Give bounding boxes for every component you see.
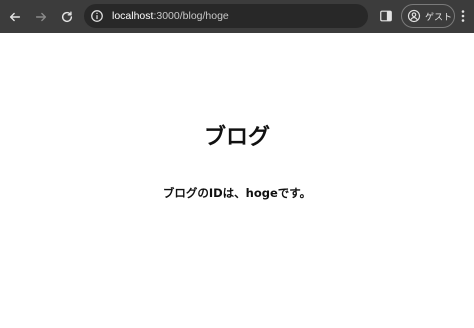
blog-id-text: ブログのIDは、hogeです。 xyxy=(162,186,312,200)
address-bar[interactable]: localhost:3000/blog/hoge xyxy=(84,4,368,28)
profile-button[interactable]: ゲスト xyxy=(401,4,455,28)
arrow-left-icon xyxy=(9,12,21,21)
person-icon xyxy=(407,9,421,23)
browser-menu-button[interactable] xyxy=(460,9,466,23)
info-icon xyxy=(91,10,103,22)
url-text[interactable]: localhost:3000/blog/hoge xyxy=(112,10,229,22)
forward-button[interactable] xyxy=(30,6,52,28)
reload-icon xyxy=(61,10,73,22)
kebab-menu-icon xyxy=(461,10,465,22)
url-host: localhost xyxy=(112,10,154,22)
side-panel-button[interactable] xyxy=(379,9,393,23)
reload-button[interactable] xyxy=(56,6,78,28)
page-title: ブログ xyxy=(203,125,270,150)
back-button[interactable] xyxy=(4,6,26,28)
page-content: ブログ ブログのIDは、hogeです。 xyxy=(0,33,474,328)
browser-toolbar: localhost:3000/blog/hoge ゲスト xyxy=(0,0,474,33)
arrow-right-icon xyxy=(35,12,47,21)
url-path: :3000/blog/hoge xyxy=(153,10,229,22)
side-panel-icon xyxy=(380,10,392,22)
profile-label: ゲスト xyxy=(425,11,453,22)
site-info-button[interactable] xyxy=(90,9,104,23)
